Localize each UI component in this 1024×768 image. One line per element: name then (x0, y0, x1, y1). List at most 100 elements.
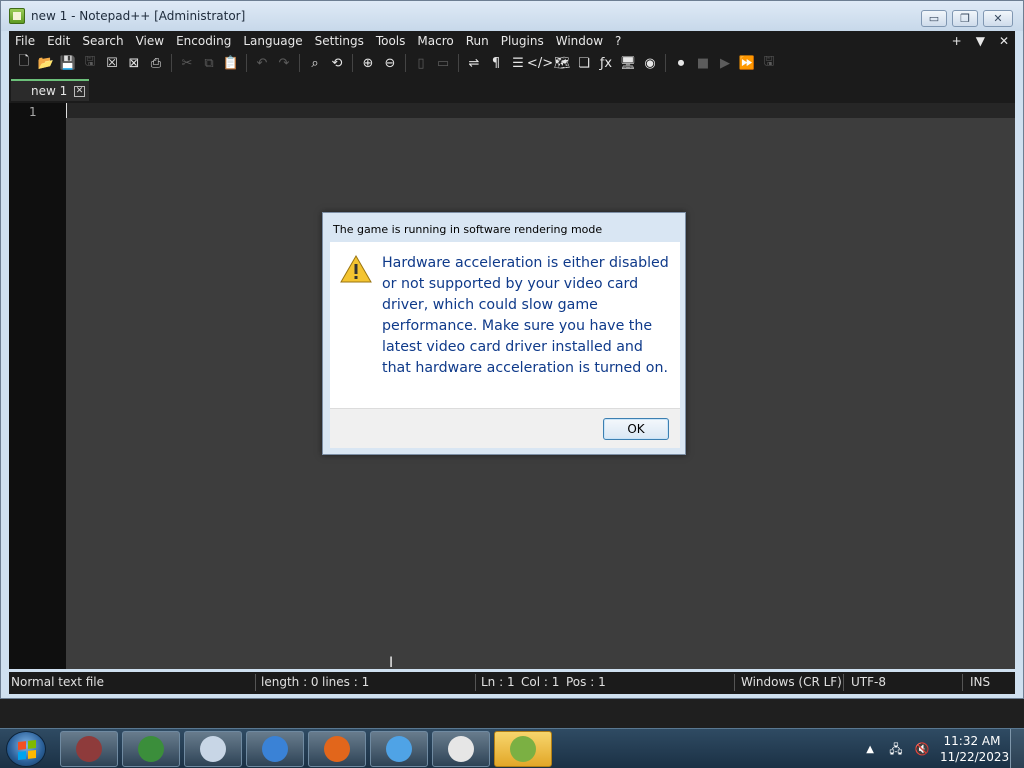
status-line-number: Ln : 1 (481, 675, 515, 689)
toolbar-separator (352, 54, 353, 72)
minimize-button[interactable]: ▭ (921, 10, 947, 27)
notepadpp-taskbar-button[interactable] (494, 731, 552, 767)
status-encoding[interactable]: UTF-8 (851, 675, 886, 689)
monitoring-icon[interactable]: ◉ (639, 52, 661, 74)
menu-tools[interactable]: Tools (370, 31, 412, 51)
winrar-taskbar-button[interactable] (60, 731, 118, 767)
clock-date: 11/22/2023 (940, 750, 1010, 764)
menu-help[interactable]: ? (609, 31, 627, 51)
status-divider (843, 674, 844, 691)
volume-muted-icon[interactable]: 🔇 (914, 742, 930, 756)
menu-encoding[interactable]: Encoding (170, 31, 237, 51)
menu-run[interactable]: Run (460, 31, 495, 51)
warning-icon (340, 255, 372, 283)
taskbar: ▲ 🖧 🔇 11:32 AM 11/22/2023 (0, 728, 1024, 768)
document-map-icon[interactable]: 🗺 (551, 52, 573, 74)
function-list-icon[interactable]: ƒx (595, 52, 617, 74)
tab-list-icon[interactable]: ▼ (976, 34, 985, 48)
find-icon[interactable]: ⌕ (304, 52, 326, 74)
menu-settings[interactable]: Settings (309, 31, 370, 51)
clock[interactable]: 11:32 AM 11/22/2023 (940, 733, 1010, 765)
undo-icon: ↶ (256, 55, 268, 71)
paste-icon: 📋 (222, 55, 240, 71)
save-icon: 💾 (59, 55, 77, 71)
show-desktop-button[interactable] (1010, 729, 1024, 768)
run-macro-multiple-icon[interactable]: ⏩ (736, 52, 758, 74)
title-bar[interactable]: new 1 - Notepad++ [Administrator] ▭ ❐ ✕ (1, 1, 1023, 31)
menu-plugins[interactable]: Plugins (495, 31, 550, 51)
dialog-title: The game is running in software renderin… (333, 223, 603, 236)
ok-button[interactable]: OK (603, 418, 669, 440)
internet-explorer-taskbar-button[interactable] (246, 731, 304, 767)
show-all-chars-icon[interactable]: ¶ (485, 52, 507, 74)
sync-horizontal-icon: ▭ (436, 55, 450, 71)
system-tray: ▲ 🖧 🔇 11:32 AM 11/22/2023 (866, 729, 1024, 768)
close-icon[interactable]: ☒ (101, 52, 123, 74)
record-macro-icon[interactable]: ⏺ (670, 52, 692, 74)
zoom-in-icon[interactable]: ⊕ (357, 52, 379, 74)
tab-close-icon[interactable]: ✕ (74, 86, 85, 97)
menu-view[interactable]: View (130, 31, 170, 51)
firefox-taskbar-icon (324, 736, 350, 762)
close-tab-icon[interactable]: ✕ (999, 34, 1009, 48)
play-macro-icon: ▶ (720, 55, 730, 71)
toolbar-separator (246, 54, 247, 72)
save-macro-icon: 🖫 (763, 54, 775, 69)
open-file-icon[interactable]: 📂 (35, 52, 57, 74)
redo-icon: ↷ (278, 55, 290, 71)
text-cursor-icon: I (389, 655, 394, 671)
copy-icon: ⧉ (204, 55, 214, 71)
word-wrap-icon[interactable]: ⇌ (463, 52, 485, 74)
drive-taskbar-icon (200, 736, 226, 762)
xml-tag-icon[interactable]: </> (527, 52, 553, 74)
menu-language[interactable]: Language (237, 31, 308, 51)
close-window-button[interactable]: ✕ (983, 10, 1013, 27)
dialog-body: Hardware acceleration is either disabled… (330, 242, 680, 408)
status-length: length : 0 (261, 675, 319, 689)
solitaire-taskbar-button[interactable] (432, 731, 490, 767)
close-all-icon[interactable]: ⊠ (123, 52, 145, 74)
toolbar: 🗋 📂 💾 🖫 ☒ ⊠ ⎙ ✂ ⧉ 📋 ↶ ↷ ⌕ ⟲ ⊕ ⊖ ▯ ▭ ⇌ ¶ ☰ </> 🗺 ❏ ƒx 🖥 ◉ ⏺ ■ ▶ ⏩ 🖫 (9, 51, 1015, 75)
show-hidden-icons-icon[interactable]: ▲ (866, 744, 874, 755)
replace-icon[interactable]: ⟲ (326, 52, 348, 74)
tab-label: new 1 (31, 84, 68, 98)
menu-bar: File Edit Search View Encoding Language Settin… (9, 31, 1015, 51)
line-number: 1 (29, 105, 37, 119)
sync-vertical-icon: ▯ (417, 55, 425, 71)
firefox-taskbar-button[interactable] (308, 731, 366, 767)
print-icon[interactable]: ⎙ (145, 52, 167, 74)
status-insert-mode[interactable]: INS (970, 675, 990, 689)
status-lines: lines : 1 (322, 675, 370, 689)
notepadpp-taskbar-icon (510, 736, 536, 762)
save-all-icon: 🖫 (84, 54, 96, 69)
new-file-icon[interactable]: 🗋 (13, 52, 35, 74)
status-column: Col : 1 (521, 675, 560, 689)
dialog-message: Hardware acceleration is either disabled… (382, 255, 669, 376)
menu-bar-right-controls: + ▼ ✕ (952, 31, 1009, 51)
toolbar-separator (405, 54, 406, 72)
tab-new-1[interactable]: new 1 ✕ (11, 79, 89, 101)
document-list-icon[interactable]: ❏ (573, 52, 595, 74)
chrome-taskbar-icon (138, 736, 164, 762)
menu-file[interactable]: File (9, 31, 41, 51)
menu-edit[interactable]: Edit (41, 31, 76, 51)
itunes-taskbar-button[interactable] (370, 731, 428, 767)
network-icon[interactable]: 🖧 (888, 742, 904, 756)
chrome-taskbar-button[interactable] (122, 731, 180, 767)
status-bar: Normal text file length : 0 lines : 1 Ln… (9, 672, 1015, 694)
new-tab-icon[interactable]: + (952, 34, 962, 48)
zoom-out-icon[interactable]: ⊖ (379, 52, 401, 74)
status-eol[interactable]: Windows (CR LF) (741, 675, 842, 689)
restore-button[interactable]: ❐ (952, 10, 978, 27)
status-divider (475, 674, 476, 691)
drive-taskbar-button[interactable] (184, 731, 242, 767)
start-button[interactable] (6, 731, 46, 767)
menu-macro[interactable]: Macro (411, 31, 459, 51)
line-number-gutter: 1 (9, 103, 66, 669)
menu-window[interactable]: Window (550, 31, 609, 51)
window-title: new 1 - Notepad++ [Administrator] (31, 9, 246, 23)
indent-guide-icon[interactable]: ☰ (507, 52, 529, 74)
menu-search[interactable]: Search (76, 31, 129, 51)
toolbar-separator (299, 54, 300, 72)
folder-workspace-icon[interactable]: 🖥 (617, 52, 639, 74)
